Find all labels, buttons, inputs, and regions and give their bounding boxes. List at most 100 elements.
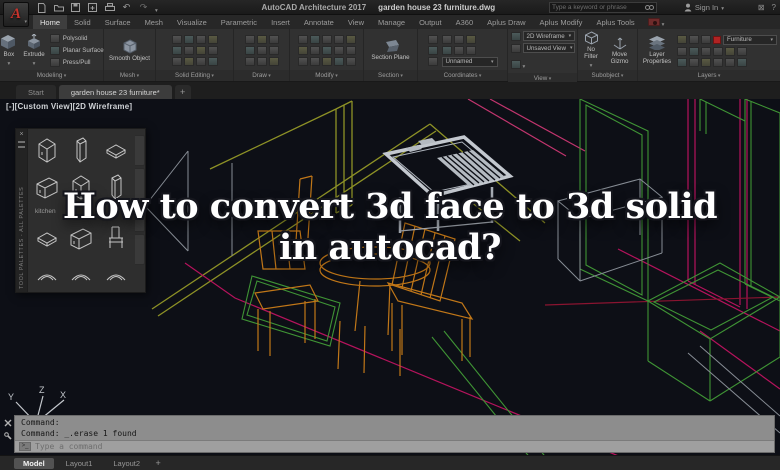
layer-tool[interactable] <box>713 46 723 56</box>
modify-tool[interactable] <box>297 35 308 44</box>
solid-editing-tool[interactable] <box>183 46 194 55</box>
ucs-tool[interactable] <box>441 34 452 44</box>
ribbon-tab-solid[interactable]: Solid <box>67 15 98 29</box>
layer-tool[interactable] <box>689 46 699 56</box>
layer-color-swatch[interactable] <box>713 35 721 44</box>
ribbon-tab-output[interactable]: Output <box>412 15 449 29</box>
ribbon-tab-aplus-draw[interactable]: Aplus Draw <box>480 15 532 29</box>
command-close-icon[interactable] <box>4 419 12 427</box>
ribbon-tab-annotate[interactable]: Annotate <box>297 15 341 29</box>
panel-layers-footer[interactable]: Layers <box>638 70 780 81</box>
layer-tool[interactable] <box>701 57 711 67</box>
solid-editing-tool[interactable] <box>171 46 182 55</box>
modify-tool[interactable] <box>321 35 332 44</box>
modify-tool[interactable] <box>321 57 332 66</box>
command-input[interactable] <box>35 442 770 451</box>
modify-tool[interactable] <box>297 46 308 55</box>
search-input[interactable] <box>552 4 643 11</box>
press-pull-button[interactable]: Press/Pull <box>49 58 104 67</box>
draw-tool[interactable] <box>268 35 279 44</box>
modify-tool[interactable] <box>297 57 308 66</box>
solid-editing-tool[interactable] <box>171 35 182 44</box>
ribbon-tab-a360[interactable]: A360 <box>449 15 481 29</box>
modify-tool[interactable] <box>309 57 320 66</box>
section-plane-button[interactable]: Section Plane <box>370 39 410 62</box>
ucs-tool[interactable] <box>441 45 452 55</box>
modify-tool[interactable] <box>333 35 344 44</box>
draw-tool[interactable] <box>268 46 279 55</box>
panel-section-footer[interactable]: Section <box>364 70 417 81</box>
no-filter-button[interactable]: No Filter <box>581 31 601 69</box>
modify-tool[interactable] <box>333 57 344 66</box>
ucs-tool[interactable] <box>427 35 438 44</box>
layer-properties-button[interactable]: Layer Properties <box>641 35 673 66</box>
palette-item-tall-cabinet[interactable] <box>65 132 99 168</box>
modify-tool[interactable] <box>321 46 332 55</box>
solid-editing-tool[interactable] <box>195 35 206 44</box>
ucs-tool[interactable] <box>427 57 438 66</box>
draw-tool[interactable] <box>256 46 267 55</box>
layer-tool[interactable] <box>689 57 699 67</box>
viewport-controls-label[interactable]: [-][Custom View][2D Wireframe] <box>6 102 132 111</box>
draw-tool[interactable] <box>268 57 279 66</box>
solid-editing-tool[interactable] <box>183 35 194 44</box>
layer-freeze-icon[interactable] <box>689 35 699 44</box>
modify-tool[interactable] <box>345 57 356 66</box>
visual-style-dropdown[interactable]: 2D Wireframe <box>522 31 575 41</box>
redo-button[interactable]: ↷ <box>138 2 149 13</box>
ribbon-tab-view[interactable]: View <box>341 15 371 29</box>
new-file-button[interactable] <box>36 2 47 13</box>
smooth-object-button[interactable]: Smooth Object <box>108 39 151 63</box>
solid-editing-tool[interactable] <box>183 57 194 66</box>
palette-close-icon[interactable]: × <box>19 131 23 138</box>
draw-tool[interactable] <box>244 46 255 55</box>
layer-tool[interactable] <box>737 46 747 56</box>
application-menu-button[interactable]: A ▾ <box>3 2 29 27</box>
solid-editing-tool[interactable] <box>195 57 206 66</box>
layer-tool[interactable] <box>725 46 735 56</box>
layer-on-icon[interactable] <box>677 35 687 44</box>
layer-tool[interactable] <box>713 57 723 67</box>
palette-item-sink[interactable] <box>99 132 133 168</box>
layer-lock-icon[interactable] <box>701 35 711 44</box>
help-search-box[interactable] <box>549 2 657 13</box>
layer-tool[interactable] <box>677 57 687 67</box>
view-tool[interactable] <box>510 59 521 69</box>
new-layout-button[interactable]: + <box>152 458 164 468</box>
ribbon-tab-manage[interactable]: Manage <box>371 15 412 29</box>
draw-tool[interactable] <box>244 57 255 66</box>
plot-button[interactable] <box>104 2 115 13</box>
draw-tool[interactable] <box>244 35 255 44</box>
panel-solid-editing-footer[interactable]: Solid Editing <box>156 70 233 81</box>
modify-tool[interactable] <box>309 46 320 55</box>
panel-coordinates-footer[interactable]: Coordinates <box>418 70 507 81</box>
layer-tool[interactable] <box>677 46 687 56</box>
sign-in-control[interactable]: Sign In <box>684 0 724 15</box>
draw-tool[interactable] <box>256 35 267 44</box>
layout2-tab[interactable]: Layout2 <box>104 458 149 469</box>
ribbon-tab-parametric[interactable]: Parametric <box>214 15 264 29</box>
palette-autohide-icon[interactable] <box>18 141 25 143</box>
undo-button[interactable]: ↶ <box>121 2 132 13</box>
ribbon-tab-mesh[interactable]: Mesh <box>138 15 170 29</box>
save-button[interactable] <box>70 2 81 13</box>
solid-editing-tool[interactable] <box>207 57 218 66</box>
open-file-button[interactable] <box>53 2 64 13</box>
ribbon-tab-visualize[interactable]: Visualize <box>170 15 214 29</box>
solid-editing-tool[interactable] <box>207 35 218 44</box>
palette-item-cabinet[interactable] <box>30 132 64 168</box>
command-window-body[interactable]: Command: Command: _.erase 1 found >_ <box>14 415 775 453</box>
media-tab-control[interactable] <box>647 15 665 29</box>
planar-surface-button[interactable]: Planar Surface <box>49 46 104 55</box>
panel-mesh-footer[interactable]: Mesh <box>104 70 155 81</box>
doc-tab-start[interactable]: Start <box>16 85 56 99</box>
layer-tool[interactable] <box>701 46 711 56</box>
modify-tool[interactable] <box>345 35 356 44</box>
solid-editing-tool[interactable] <box>171 57 182 66</box>
drawing-viewport[interactable]: [-][Custom View][2D Wireframe] Y Z X × T… <box>0 99 780 470</box>
modify-tool[interactable] <box>345 46 356 55</box>
panel-modify-footer[interactable]: Modify <box>290 70 363 81</box>
ucs-tool[interactable] <box>465 45 476 55</box>
ribbon-tab-surface[interactable]: Surface <box>98 15 138 29</box>
layer-tool[interactable] <box>725 57 735 67</box>
